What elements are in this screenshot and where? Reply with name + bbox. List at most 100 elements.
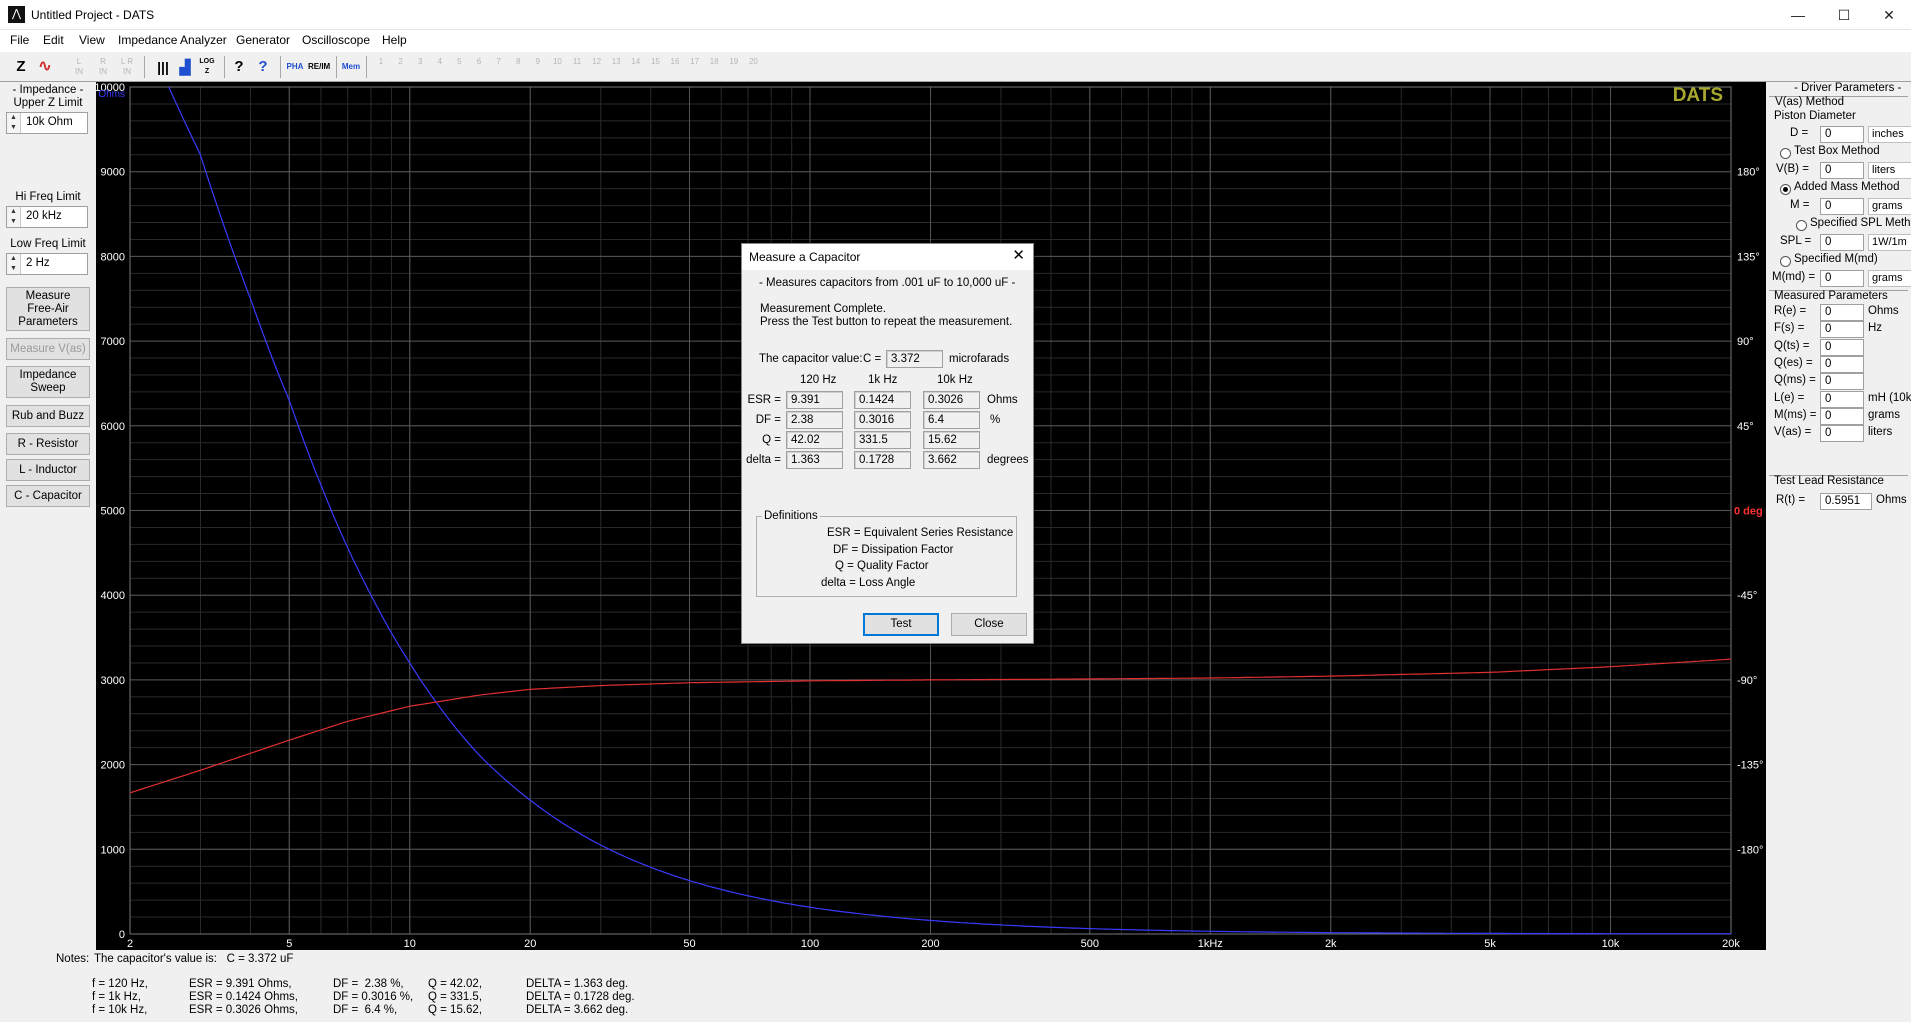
specified-spl-radio[interactable] [1796, 220, 1807, 231]
measured-param-unit: grams [1868, 408, 1900, 421]
memory-slot-button[interactable]: 4 [431, 55, 449, 79]
menu-view[interactable]: View [79, 33, 105, 47]
log-scale-button[interactable]: LOG Z [196, 55, 218, 79]
menu-oscilloscope[interactable]: Oscilloscope [302, 33, 370, 47]
memory-slot-button[interactable]: 18 [705, 55, 723, 79]
impedance-title: - Impedance - [12, 84, 84, 96]
minimize-button[interactable]: — [1775, 0, 1821, 30]
re-im-button[interactable]: RE/IM [308, 55, 330, 79]
row-unit: Ohms [987, 394, 1018, 406]
l-inductor-button[interactable]: L - Inductor [6, 459, 90, 481]
test-box-radio[interactable] [1780, 148, 1791, 159]
notes-area[interactable]: Notes: The capacitor's value is: C = 3.3… [0, 950, 1911, 1022]
memory-slot-button[interactable]: 3 [411, 55, 429, 79]
menu-impedance-analyzer[interactable]: Impedance Analyzer [118, 33, 227, 47]
value-field: 0.3016 [854, 411, 911, 429]
y2-tick-label: -90° [1737, 675, 1757, 687]
measured-param-field[interactable]: 0 [1820, 304, 1864, 321]
memory-slot-button[interactable]: 11 [568, 55, 586, 79]
measure-vas-button[interactable]: Measure V(as) [6, 338, 90, 360]
specified-mmd-radio[interactable] [1780, 256, 1791, 267]
test-button[interactable]: Test [863, 613, 939, 636]
notes-cell: ESR = 0.1424 Ohms, [189, 991, 298, 1003]
maximize-button[interactable]: ☐ [1821, 0, 1867, 30]
hi-freq-spinner[interactable]: ▲ ▼ 20 kHz [6, 206, 88, 228]
status-line-1: Measurement Complete. [760, 303, 886, 315]
spinner-arrows-icon[interactable]: ▲ ▼ [7, 113, 21, 133]
linear-scale-button[interactable]: L IN [68, 55, 90, 79]
memory-slot-button[interactable]: 6 [470, 55, 488, 79]
help-icon[interactable]: ? [228, 55, 250, 79]
status-line-2: Press the Test button to repeat the meas… [760, 316, 1013, 328]
close-window-button[interactable]: ✕ [1866, 0, 1911, 30]
column-header: 1k Hz [868, 374, 898, 386]
menu-help[interactable]: Help [382, 33, 407, 47]
definition-item: delta = Loss Angle [821, 576, 916, 589]
y2-tick-label: -180° [1737, 844, 1763, 856]
menu-edit[interactable]: Edit [43, 33, 64, 47]
histogram-icon[interactable]: ▟ [174, 55, 196, 79]
y-tick-label: 1000 [101, 844, 125, 856]
y-tick-label: 0 [119, 929, 125, 941]
r-resistor-button[interactable]: R - Resistor [6, 433, 90, 455]
menu-generator[interactable]: Generator [236, 33, 290, 47]
memory-slot-button[interactable]: 9 [529, 55, 547, 79]
measured-param-field[interactable]: 0 [1820, 373, 1864, 391]
toolbar-separator [280, 56, 281, 78]
spl-field[interactable]: 0 [1820, 234, 1864, 251]
memory-slot-button[interactable]: 1 [372, 55, 390, 79]
measured-param-unit: Hz [1868, 322, 1883, 335]
memory-slot-button[interactable]: 13 [607, 55, 625, 79]
memory-slot-button[interactable]: 12 [588, 55, 606, 79]
lr-scale-button[interactable]: L R IN [116, 55, 138, 79]
measured-param-field[interactable]: 0 [1820, 407, 1864, 425]
phase-button[interactable]: PHA [284, 55, 306, 79]
memory-slot-button[interactable]: 10 [548, 55, 566, 79]
memory-slot-button[interactable]: 5 [450, 55, 468, 79]
memory-slot-button[interactable]: 8 [509, 55, 527, 79]
close-button[interactable]: Close [951, 613, 1027, 636]
impedance-sweep-button[interactable]: Impedance Sweep [6, 366, 90, 398]
memory-slot-button[interactable]: 16 [666, 55, 684, 79]
impedance-view-button[interactable]: Z [10, 55, 32, 79]
resistance-scale-button[interactable]: R IN [92, 55, 114, 79]
x-tick-label: 500 [1081, 938, 1099, 950]
upper-z-spinner[interactable]: ▲ ▼ 10k Ohm [6, 112, 88, 134]
menu-file[interactable]: File [10, 33, 29, 47]
measured-param-field[interactable]: 0 [1820, 390, 1864, 408]
x-tick-label: 1kHz [1198, 938, 1223, 950]
notes-cell: Q = 15.62, [428, 1004, 483, 1016]
memory-slot-button[interactable]: 17 [686, 55, 704, 79]
memory-slot-button[interactable]: 15 [646, 55, 664, 79]
rt-field[interactable]: 0.5951 [1820, 493, 1872, 510]
d-field[interactable]: 0 [1820, 126, 1864, 143]
vb-field[interactable]: 0 [1820, 162, 1864, 179]
context-help-icon[interactable]: ? [252, 55, 274, 79]
memory-slot-button[interactable]: 7 [490, 55, 508, 79]
notes-cell: f = 10k Hz, [92, 1004, 148, 1016]
spinner-arrows-icon[interactable]: ▲ ▼ [7, 207, 21, 227]
rub-and-buzz-button[interactable]: Rub and Buzz [6, 405, 90, 427]
c-capacitor-button[interactable]: C - Capacitor [6, 485, 90, 507]
test-lead-title: Test Lead Resistance [1774, 475, 1884, 487]
memory-slot-button[interactable]: 14 [627, 55, 645, 79]
memory-slot-button[interactable]: 2 [392, 55, 410, 79]
measure-free-air-button[interactable]: Measure Free-Air Parameters [6, 287, 90, 331]
memory-slot-button[interactable]: 20 [744, 55, 762, 79]
bars-icon[interactable]: ||| [152, 55, 174, 79]
spinner-arrows-icon[interactable]: ▲ ▼ [7, 254, 21, 274]
added-mass-radio[interactable] [1780, 184, 1791, 195]
measured-param-field[interactable]: 0 [1820, 355, 1864, 373]
memory-slot-button[interactable]: 19 [725, 55, 743, 79]
memory-button[interactable]: Mem [340, 55, 362, 79]
measured-param-field[interactable]: 0 [1820, 425, 1864, 443]
measured-param-field[interactable]: 0 [1820, 338, 1864, 356]
close-icon[interactable]: ✕ [1012, 247, 1025, 265]
dialog-title-bar[interactable]: Measure a Capacitor ✕ [742, 244, 1033, 270]
mmd-field[interactable]: 0 [1820, 270, 1864, 287]
measured-param-field[interactable]: 0 [1820, 321, 1864, 339]
low-freq-spinner[interactable]: ▲ ▼ 2 Hz [6, 253, 88, 275]
phase-view-button[interactable]: ∿ [34, 55, 56, 79]
m-field[interactable]: 0 [1820, 198, 1864, 215]
rt-label: R(t) = [1776, 494, 1806, 506]
